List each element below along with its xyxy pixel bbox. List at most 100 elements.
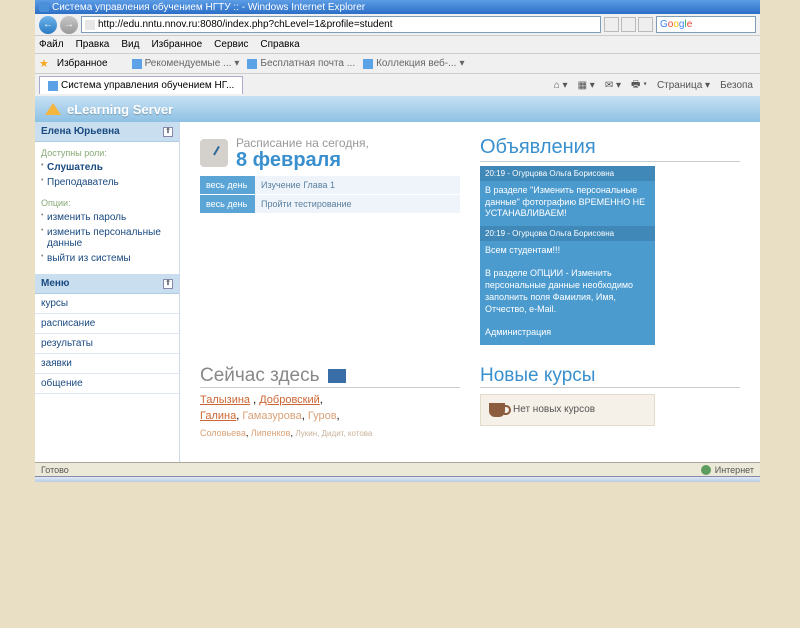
announcements-title: Объявления [480, 136, 740, 162]
fav-item-2[interactable]: Бесплатная почта ... [247, 58, 355, 69]
main-content: Расписание на сегодня, 8 февраля весь де… [180, 122, 760, 462]
menu-requests[interactable]: заявки [35, 354, 179, 374]
menu-file[interactable]: Файл [39, 39, 64, 50]
stop-button[interactable] [638, 17, 653, 32]
status-bar: Готово Интернет [35, 462, 760, 476]
print-icon[interactable]: 🖶 ▾ [628, 77, 650, 94]
schedule-table: весь день Изучение Глава 1 весь день Про… [200, 176, 460, 213]
page-menu[interactable]: Страница ▾ [654, 80, 713, 91]
fav-item-3[interactable]: Коллекция веб-... ▾ [363, 58, 464, 69]
taskbar-strip [35, 476, 760, 482]
menu-favorites[interactable]: Избранное [151, 39, 202, 50]
url-text: http://edu.nntu.nnov.ru:8080/index.php?c… [98, 19, 392, 30]
menu-edit[interactable]: Правка [76, 39, 110, 50]
user-panel-header[interactable]: Елена Юрьевна ⇑ [35, 122, 179, 142]
user-link[interactable]: Галина [200, 410, 236, 422]
search-engine: Google [660, 19, 692, 30]
page-icon [85, 20, 95, 30]
menu-help[interactable]: Справка [260, 39, 299, 50]
tab-favicon [48, 81, 58, 91]
schedule-row[interactable]: весь день Пройти тестирование [200, 195, 460, 213]
schedule-date: 8 февраля [236, 150, 369, 170]
role-student[interactable]: Слушатель [41, 160, 173, 175]
user-link[interactable]: Добровский [259, 394, 320, 406]
nav-toolbar: ← → http://edu.nntu.nnov.ru:8080/index.p… [35, 14, 760, 36]
clock-icon [200, 139, 228, 167]
app-title: eLearning Server [67, 102, 173, 117]
site-icon [132, 59, 142, 69]
forward-button[interactable]: → [60, 16, 78, 34]
user-link[interactable]: Гамазурова [242, 410, 301, 422]
menu-view[interactable]: Вид [121, 39, 139, 50]
address-bar[interactable]: http://edu.nntu.nnov.ru:8080/index.php?c… [81, 16, 601, 33]
window-titlebar: Система управления обучением НГТУ :: - W… [35, 0, 760, 14]
menu-schedule[interactable]: расписание [35, 314, 179, 334]
user-link[interactable]: Соловьева [200, 428, 246, 438]
announcement-meta: 20:19 - Огурцова Ольга Борисовна [480, 166, 655, 181]
ie-icon [39, 2, 49, 12]
star-icon[interactable]: ★ [39, 57, 49, 70]
go-button[interactable] [604, 17, 619, 32]
menu-bar: Файл Правка Вид Избранное Сервис Справка [35, 36, 760, 54]
browser-tab[interactable]: Система управления обучением НГ... [39, 76, 243, 94]
status-zone: Интернет [715, 465, 754, 475]
menu-courses[interactable]: курсы [35, 294, 179, 314]
site-icon [247, 59, 257, 69]
feed-icon[interactable]: ▦ ▾ [575, 80, 598, 91]
status-ready: Готово [41, 465, 69, 475]
favorites-label[interactable]: Избранное [57, 58, 108, 69]
presence-names: Талызина , Добровский, Галина, Гамазуров… [200, 392, 460, 442]
user-link[interactable]: Гуров [308, 410, 337, 422]
user-tiny: Лукин, Дидит, котова [295, 429, 372, 438]
presence-title: Сейчас здесь [200, 365, 460, 388]
schedule-label: Расписание на сегодня, [236, 136, 369, 150]
logo-icon [45, 103, 61, 115]
schedule-time: весь день [200, 176, 255, 194]
announcements-box: 20:19 - Огурцова Ольга Борисовна В разде… [480, 166, 655, 345]
role-teacher[interactable]: Преподаватель [41, 175, 173, 190]
nav-buttons [604, 17, 653, 32]
options-label: Опции: [41, 196, 173, 210]
opt-change-password[interactable]: изменить пароль [41, 210, 173, 225]
site-icon [363, 59, 373, 69]
announcements-column: Объявления 20:19 - Огурцова Ольга Борисо… [480, 136, 740, 345]
favorites-bar: ★ Избранное Рекомендуемые ... ▾ Бесплатн… [35, 54, 760, 74]
roles-label: Доступны роли: [41, 146, 173, 160]
announcement-text: В разделе "Изменить персональные данные"… [480, 181, 655, 226]
menu-tools[interactable]: Сервис [214, 39, 248, 50]
schedule-task: Пройти тестирование [255, 195, 460, 213]
menu-panel-header[interactable]: Меню ⇑ [35, 274, 179, 294]
window-title: Система управления обучением НГТУ :: - W… [52, 2, 365, 13]
user-link[interactable]: Талызина [200, 394, 250, 406]
user-name: Елена Юрьевна [41, 126, 120, 137]
presence-icon [328, 369, 346, 383]
announcement-meta: 20:19 - Огурцова Ольга Борисовна [480, 226, 655, 241]
search-box[interactable]: Google [656, 16, 756, 33]
app-header: eLearning Server [35, 96, 760, 122]
presence-column: Сейчас здесь Талызина , Добровский, Гали… [200, 345, 460, 442]
mail-icon[interactable]: ✉ ▾ [602, 80, 624, 91]
new-courses-empty: Нет новых курсов [480, 394, 655, 426]
tab-bar: Система управления обучением НГ... ⌂ ▾ ▦… [35, 74, 760, 96]
menu-results[interactable]: результаты [35, 334, 179, 354]
cup-icon [489, 403, 505, 417]
home-icon[interactable]: ⌂ ▾ [551, 80, 571, 91]
collapse-icon[interactable]: ⇑ [163, 279, 173, 289]
tab-title: Система управления обучением НГ... [61, 80, 234, 91]
opt-logout[interactable]: выйти из системы [41, 251, 173, 266]
schedule-time: весь день [200, 195, 255, 213]
opt-change-personal[interactable]: изменить персональные данные [41, 225, 173, 251]
fav-item-1[interactable]: Рекомендуемые ... ▾ [132, 58, 240, 69]
collapse-icon[interactable]: ⇑ [163, 127, 173, 137]
menu-chat[interactable]: общение [35, 374, 179, 394]
empty-text: Нет новых курсов [513, 404, 595, 415]
schedule-task: Изучение Глава 1 [255, 176, 460, 194]
sidebar: Елена Юрьевна ⇑ Доступны роли: Слушатель… [35, 122, 180, 462]
schedule-row[interactable]: весь день Изучение Глава 1 [200, 176, 460, 194]
refresh-button[interactable] [621, 17, 636, 32]
schedule-column: Расписание на сегодня, 8 февраля весь де… [200, 136, 460, 345]
announcement-text: Всем студентам!!! В разделе ОПЦИИ - Изме… [480, 241, 655, 345]
safety-menu[interactable]: Безопа [717, 80, 756, 91]
back-button[interactable]: ← [39, 16, 57, 34]
user-link[interactable]: Липенков [251, 428, 291, 438]
